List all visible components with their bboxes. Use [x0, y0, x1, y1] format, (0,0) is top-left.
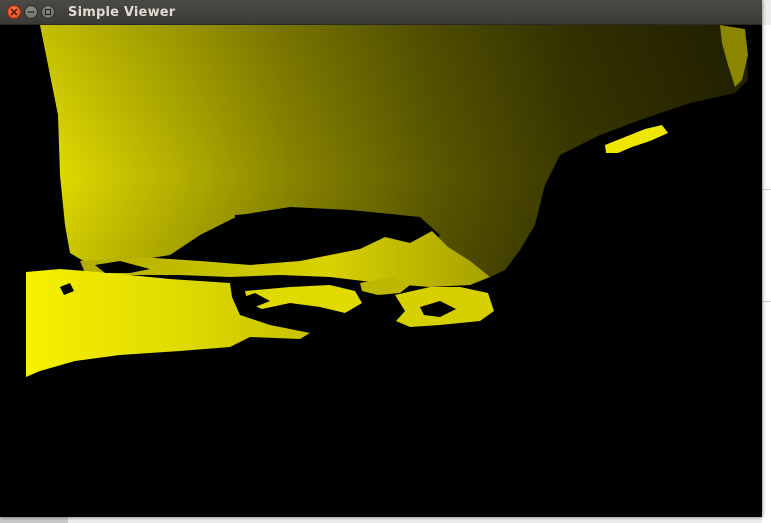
title-bar[interactable]: Simple Viewer — [0, 0, 762, 25]
close-icon — [10, 8, 18, 16]
window-title: Simple Viewer — [68, 4, 176, 20]
close-button[interactable] — [7, 5, 21, 19]
background-divider — [762, 301, 771, 302]
minimize-button[interactable] — [24, 5, 38, 19]
depth-view-canvas[interactable] — [0, 25, 762, 517]
maximize-icon — [44, 8, 52, 16]
background-window-edge — [762, 25, 771, 523]
background-divider — [762, 189, 771, 190]
depth-image — [26, 25, 748, 377]
window-controls — [7, 5, 55, 19]
minimize-icon — [27, 11, 35, 13]
maximize-button[interactable] — [41, 5, 55, 19]
viewer-window: Simple Viewer — [0, 0, 762, 517]
